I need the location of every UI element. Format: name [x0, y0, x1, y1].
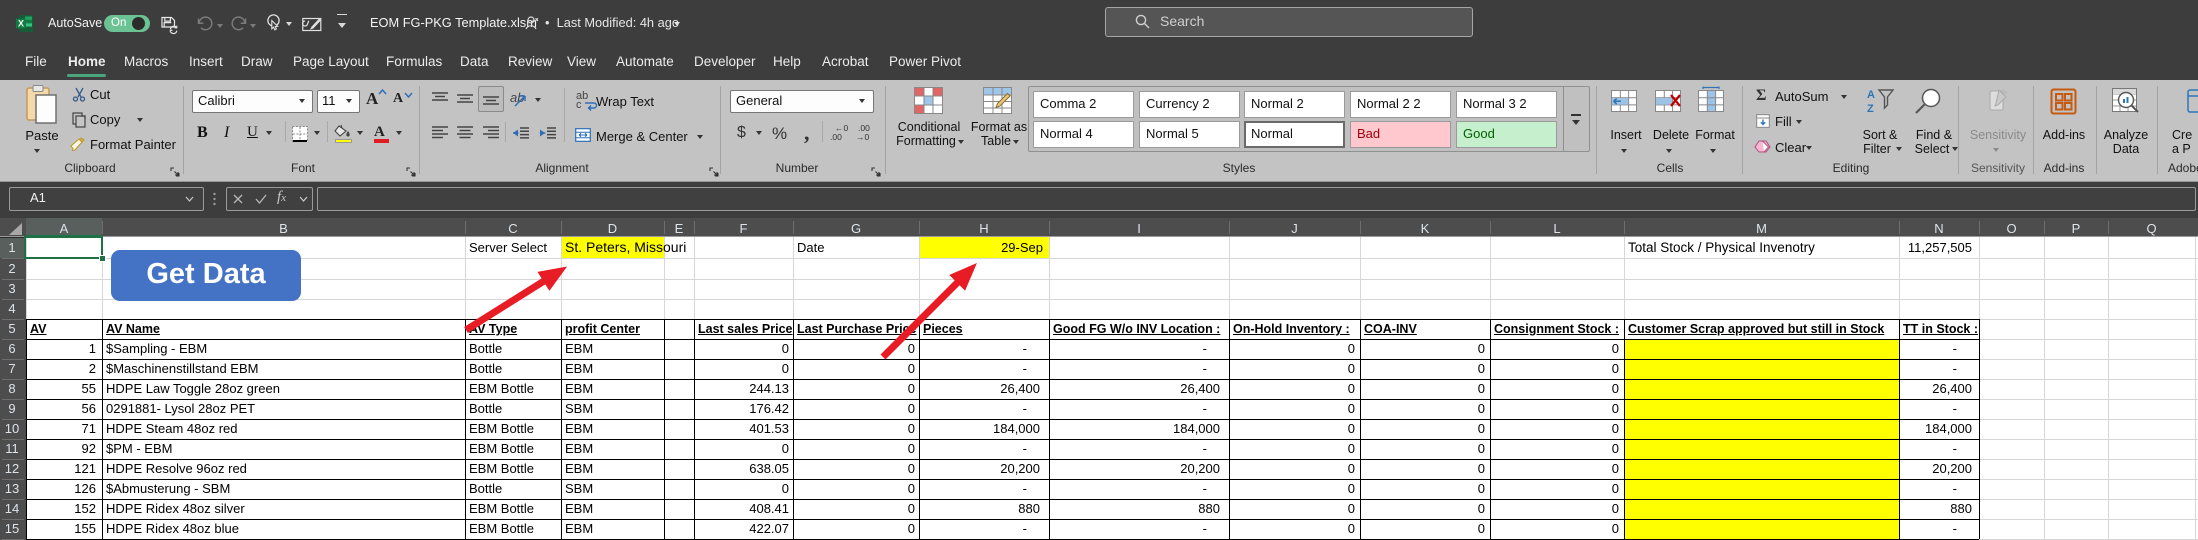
svg-text:.00: .00 — [830, 132, 842, 142]
svg-text:Z: Z — [1867, 103, 1874, 115]
svg-text:A: A — [1867, 89, 1875, 101]
svg-text:→0: →0 — [856, 132, 870, 142]
svg-text:X: X — [18, 19, 24, 29]
